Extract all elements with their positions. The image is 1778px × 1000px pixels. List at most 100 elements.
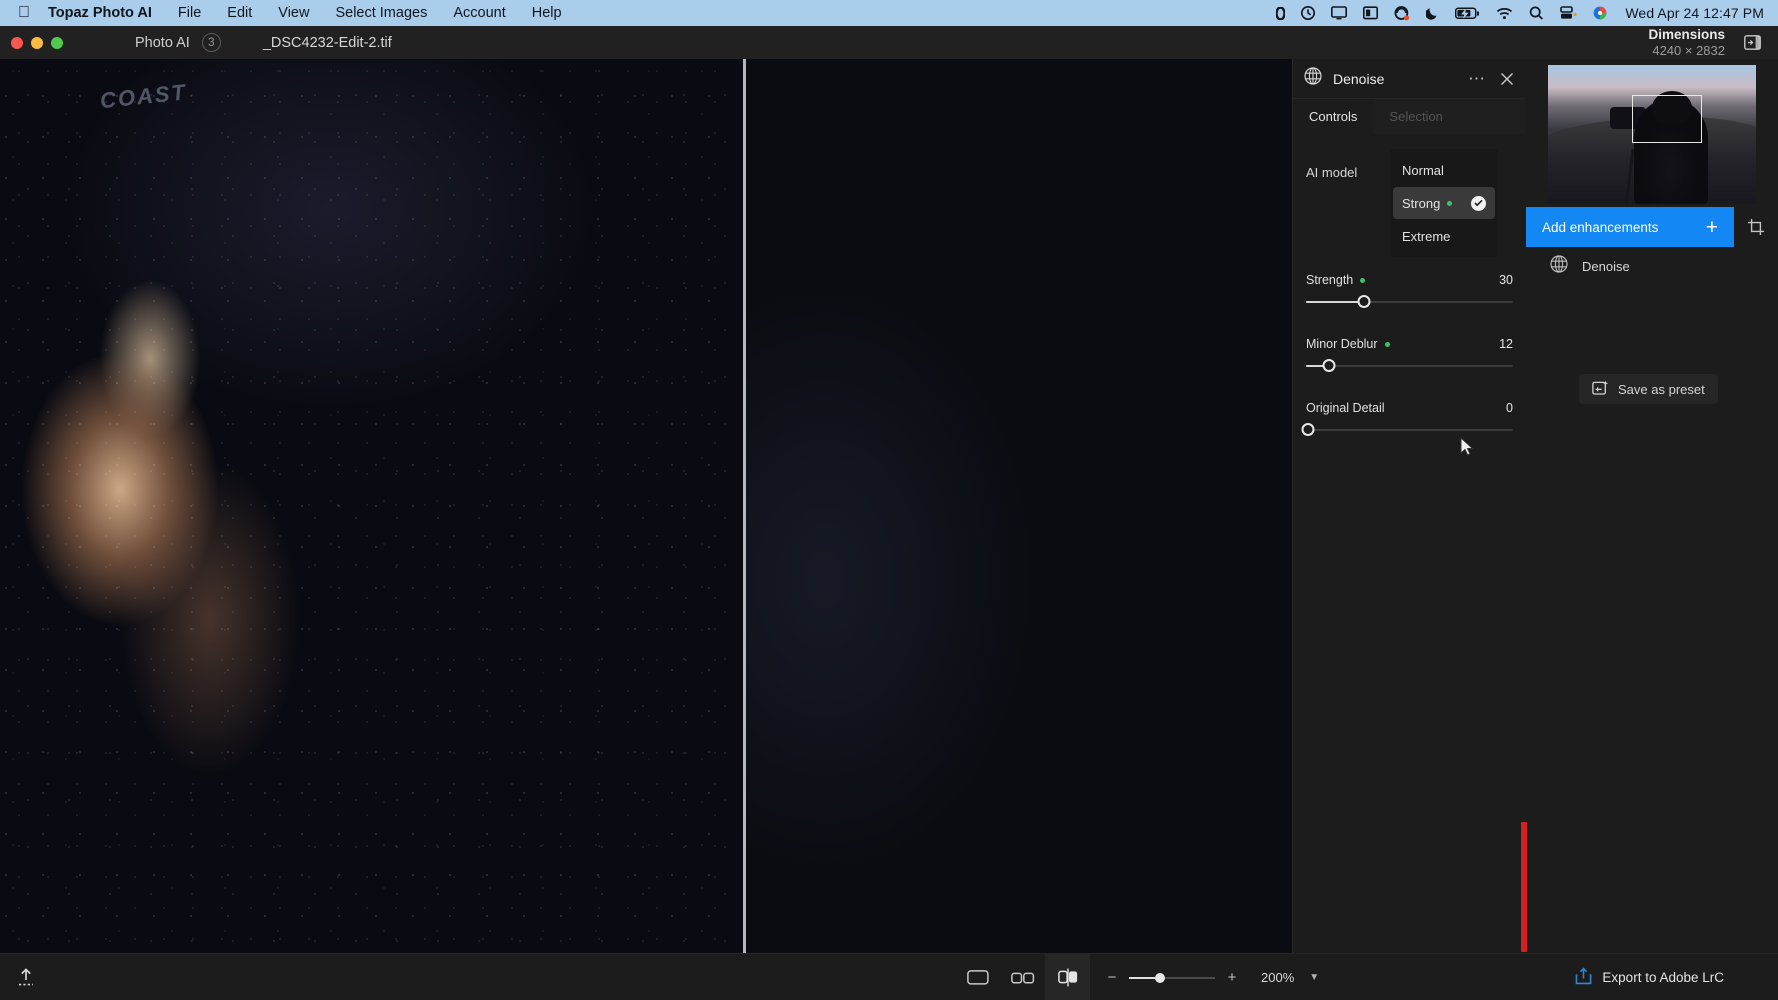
tab-controls[interactable]: Controls — [1293, 99, 1373, 134]
window-controls — [11, 36, 63, 49]
menu-edit[interactable]: Edit — [227, 5, 252, 21]
app-titlebar: Photo AI 3 _DSC4232-Edit-2.tif Dimension… — [0, 26, 1778, 59]
battery-charging-icon[interactable] — [1455, 6, 1480, 20]
ai-model-option-strong-label: Strong — [1402, 195, 1441, 211]
denoise-panel-body: AI model Normal Strong Extreme — [1293, 134, 1525, 257]
menu-select-images[interactable]: Select Images — [335, 5, 427, 21]
maximize-window-button[interactable] — [51, 36, 63, 49]
menu-help[interactable]: Help — [532, 5, 562, 21]
image-canvas[interactable]: COAST Preview Updated — [0, 59, 1292, 953]
crop-icon[interactable] — [1734, 207, 1778, 247]
ai-model-option-list: Normal Strong Extreme — [1390, 149, 1498, 257]
save-preset-icon — [1592, 380, 1609, 399]
zero-icon[interactable] — [1276, 6, 1286, 20]
menu-view[interactable]: View — [278, 5, 309, 21]
thumbnail-container — [1526, 59, 1778, 207]
slider-strength: Strength 30 — [1306, 273, 1513, 309]
enhancements-sidebar: Add enhancements + Denoise Save as prese… — [1521, 59, 1778, 953]
siri-icon[interactable] — [1394, 5, 1410, 21]
do-not-disturb-moon-icon[interactable] — [1426, 6, 1439, 20]
macos-menubar:  Topaz Photo AI File Edit View Select I… — [0, 0, 1778, 26]
denoise-sliders: Strength 30 Minor Deblur 12 Original Det… — [1301, 273, 1513, 465]
menu-file[interactable]: File — [178, 5, 201, 21]
menubar-status-area: Wed Apr 24 12:47 PM — [1260, 5, 1778, 21]
tab-photo-ai[interactable]: Photo AI 3 — [135, 33, 221, 52]
slider-rail — [1306, 365, 1513, 367]
menubar-clock[interactable]: Wed Apr 24 12:47 PM — [1625, 5, 1764, 21]
menubar-app-name[interactable]: Topaz Photo AI — [48, 5, 152, 21]
selected-check-icon — [1471, 195, 1486, 211]
slider-minor-deblur-knob[interactable] — [1322, 359, 1336, 372]
export-to-adobe-lrc-button[interactable]: Export to Adobe LrC — [1561, 962, 1738, 993]
menu-account[interactable]: Account — [453, 5, 505, 21]
image-before-pane[interactable]: COAST — [0, 59, 743, 953]
zoom-controls: − + 200% ▼ — [1105, 954, 1320, 1000]
denoise-settings-panel: Denoise ⋯ Controls Selection AI model No… — [1292, 59, 1525, 953]
slider-minor-deblur: Minor Deblur 12 — [1306, 337, 1513, 373]
panel-right-icon[interactable] — [1739, 30, 1765, 56]
chevron-down-icon[interactable]: ▼ — [1309, 972, 1319, 983]
close-window-button[interactable] — [11, 36, 23, 49]
noise-grain-overlay — [0, 59, 743, 953]
bottom-toolbar: − + 200% ▼ Export to Adobe LrC — [0, 953, 1778, 1000]
color-wheel-icon[interactable] — [1593, 6, 1607, 20]
spotlight-search-icon[interactable] — [1529, 6, 1544, 20]
slider-minor-deblur-value: 12 — [1499, 337, 1513, 351]
ai-model-label: AI model — [1306, 165, 1358, 180]
modified-indicator-dot — [1384, 341, 1390, 347]
topaz-photo-ai-window:  Topaz Photo AI File Edit View Select I… — [0, 0, 1778, 1000]
image-after-pane[interactable] — [745, 59, 1292, 953]
thumbnail-region-of-interest[interactable] — [1632, 95, 1702, 143]
modified-indicator-dot — [1447, 200, 1453, 206]
screen-mirroring-icon[interactable] — [1363, 6, 1379, 20]
slider-minor-deblur-track[interactable] — [1306, 359, 1513, 373]
zoom-level-value[interactable]: 200% — [1261, 970, 1294, 985]
slider-strength-track[interactable] — [1306, 295, 1513, 309]
side-by-side-view-icon[interactable] — [1000, 954, 1045, 1000]
ellipsis-icon[interactable]: ⋯ — [1468, 70, 1486, 87]
enhancement-item-denoise[interactable]: Denoise — [1526, 247, 1778, 285]
zoom-slider-track[interactable] — [1129, 971, 1215, 985]
globe-grid-icon — [1550, 254, 1568, 278]
clock-arrow-icon[interactable] — [1301, 6, 1316, 20]
upload-arrow-icon[interactable] — [9, 960, 43, 994]
tab-current-file[interactable]: _DSC4232-Edit-2.tif — [263, 35, 392, 51]
tab-photo-ai-label: Photo AI — [135, 34, 190, 51]
slider-fill — [1306, 301, 1364, 303]
display-icon[interactable] — [1331, 6, 1348, 20]
apple-logo-icon[interactable]:  — [18, 5, 30, 21]
minimize-window-button[interactable] — [31, 36, 43, 49]
control-center-icon[interactable] — [1560, 6, 1578, 20]
slider-strength-value: 30 — [1499, 273, 1513, 287]
zoom-out-button[interactable]: − — [1105, 969, 1119, 986]
single-view-icon[interactable] — [955, 954, 1000, 1000]
zoom-slider-fill — [1129, 976, 1155, 979]
wifi-icon[interactable] — [1496, 7, 1513, 20]
add-enhancements-button[interactable]: Add enhancements + — [1526, 207, 1734, 247]
save-as-preset-button[interactable]: Save as preset — [1579, 374, 1718, 404]
denoised-photo — [745, 59, 1292, 953]
close-x-icon[interactable] — [1500, 72, 1514, 86]
denoise-panel-title: Denoise — [1333, 70, 1385, 87]
slider-original-detail-track[interactable] — [1301, 423, 1513, 437]
dimensions-value: 4240 × 2832 — [1652, 42, 1725, 58]
slider-original-detail-knob[interactable] — [1301, 423, 1315, 436]
dimensions-readout: Dimensions 4240 × 2832 — [1648, 27, 1725, 58]
dimensions-label: Dimensions — [1648, 26, 1725, 42]
ai-model-option-strong[interactable]: Strong — [1393, 187, 1495, 219]
zoom-in-button[interactable]: + — [1225, 969, 1239, 986]
globe-grid-icon — [1304, 67, 1322, 90]
zoom-slider-knob[interactable] — [1155, 972, 1165, 983]
tab-selection[interactable]: Selection — [1373, 99, 1525, 134]
export-to-adobe-lrc-label: Export to Adobe LrC — [1602, 970, 1724, 985]
scroll-progress-indicator[interactable] — [1521, 822, 1527, 952]
denoise-panel-tabs: Controls Selection — [1293, 99, 1525, 134]
slider-strength-knob[interactable] — [1357, 295, 1371, 308]
split-view-icon[interactable] — [1045, 954, 1090, 1000]
ai-model-option-normal[interactable]: Normal — [1393, 154, 1495, 186]
split-view-divider[interactable] — [743, 59, 746, 953]
ai-model-option-extreme[interactable]: Extreme — [1393, 220, 1495, 252]
modified-indicator-dot — [1360, 277, 1366, 283]
denoise-panel-header: Denoise ⋯ — [1293, 59, 1525, 99]
image-thumbnail[interactable] — [1548, 65, 1756, 204]
